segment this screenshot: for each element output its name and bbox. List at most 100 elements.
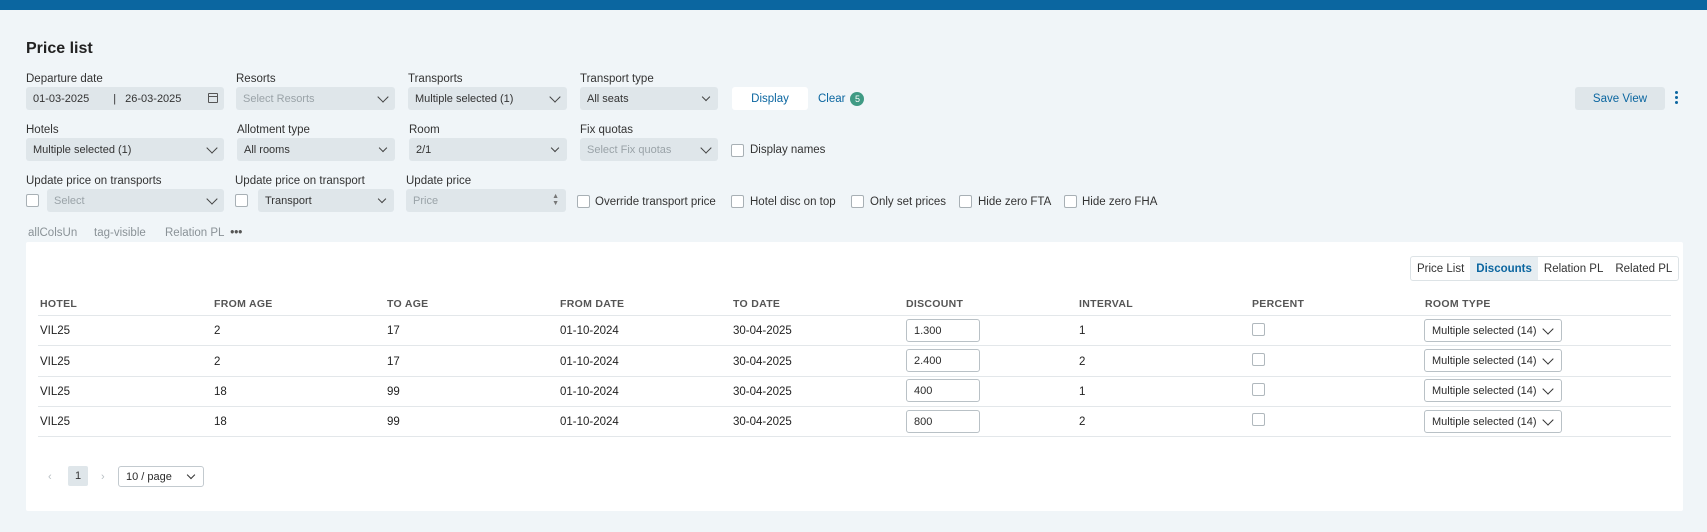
room-type-value: Multiple selected (14) <box>1432 354 1537 367</box>
transports-select[interactable]: Multiple selected (1) <box>408 87 567 110</box>
stepper-icon[interactable]: ▲ ▼ <box>552 193 559 207</box>
chevron-down-icon <box>1542 323 1554 335</box>
hotels-label: Hotels <box>26 124 59 136</box>
update-price-input[interactable]: Price ▲ ▼ <box>406 189 566 212</box>
chevron-down-icon <box>186 470 196 480</box>
more-icon[interactable]: ••• <box>230 227 242 239</box>
discount-input[interactable]: 800 <box>906 410 980 433</box>
chevron-down-icon <box>700 142 712 154</box>
update-price-on-transport-value: Transport <box>265 194 312 207</box>
display-names-checkbox[interactable] <box>731 144 744 157</box>
departure-date-range[interactable]: 01-03-2025 | 26-03-2025 <box>26 87 224 110</box>
calendar-icon[interactable] <box>208 93 218 103</box>
room-type-select[interactable]: Multiple selected (14) <box>1424 410 1562 433</box>
update-price-on-transport-checkbox[interactable] <box>235 194 248 207</box>
chevron-down-icon <box>701 92 711 102</box>
page-1-button[interactable]: 1 <box>68 466 88 486</box>
room-type-select[interactable]: Multiple selected (14) <box>1424 379 1562 402</box>
tag-visible[interactable]: tag-visible <box>94 227 146 239</box>
update-price-label: Update price <box>406 175 472 187</box>
room-value: 2/1 <box>416 143 432 156</box>
update-price-placeholder: Price <box>413 194 439 207</box>
fix-quotas-select[interactable]: Select Fix quotas <box>580 138 718 161</box>
cell-to-date: 30-04-2025 <box>733 386 792 398</box>
page-title: Price list <box>26 40 93 57</box>
save-view-button[interactable]: Save View <box>1575 87 1665 110</box>
discount-input[interactable]: 400 <box>906 379 980 402</box>
fix-quotas-label: Fix quotas <box>580 124 634 136</box>
tab-discounts[interactable]: Discounts <box>1470 257 1538 280</box>
cell-to-date: 30-04-2025 <box>733 356 792 368</box>
prev-page-button[interactable]: ‹ <box>48 471 52 483</box>
resorts-select[interactable]: Select Resorts <box>236 87 395 110</box>
tag-relation-pl[interactable]: Relation PL ••• <box>165 227 242 239</box>
column-header-room-type: ROOM TYPE <box>1425 298 1491 310</box>
transport-type-select[interactable]: All seats <box>580 87 718 110</box>
percent-checkbox[interactable] <box>1252 353 1265 366</box>
column-header-hotel: HOTEL <box>40 298 78 310</box>
discount-input[interactable]: 1.300 <box>906 319 980 342</box>
discount-input[interactable]: 2.400 <box>906 349 980 372</box>
only-set-prices-checkbox[interactable] <box>851 195 864 208</box>
update-price-on-transports-select[interactable]: Select <box>47 189 224 212</box>
more-options-icon[interactable] <box>1672 91 1680 107</box>
room-type-select[interactable]: Multiple selected (14) <box>1424 349 1562 372</box>
allotment-type-select[interactable]: All rooms <box>237 138 395 161</box>
display-button[interactable]: Display <box>732 87 808 110</box>
departure-date-to[interactable]: 26-03-2025 <box>125 93 181 105</box>
row-divider <box>38 436 1671 437</box>
room-type-select[interactable]: Multiple selected (14) <box>1424 319 1562 342</box>
hide-zero-fha-checkbox[interactable] <box>1064 195 1077 208</box>
cell-hotel: VIL25 <box>40 416 71 428</box>
tag-relation-pl-label: Relation PL <box>165 227 225 239</box>
departure-date-label: Departure date <box>26 73 103 85</box>
chevron-down-icon <box>1542 414 1554 426</box>
departure-date-from[interactable]: 01-03-2025 <box>33 93 89 105</box>
cell-from-date: 01-10-2024 <box>560 416 619 428</box>
page-size-value: 10 / page <box>126 470 172 483</box>
page-size-select[interactable]: 10 / page <box>118 466 204 487</box>
tab-related-pl[interactable]: Related PL <box>1609 257 1678 280</box>
percent-checkbox[interactable] <box>1252 323 1265 336</box>
column-header-to-age: TO AGE <box>387 298 429 310</box>
chevron-down-icon <box>549 91 561 103</box>
transports-label: Transports <box>408 73 463 85</box>
cell-interval: 2 <box>1079 416 1086 428</box>
cell-from-age: 2 <box>214 356 221 368</box>
chevron-down-icon <box>206 193 218 205</box>
override-transport-price-checkbox[interactable] <box>577 195 590 208</box>
display-names-label: Display names <box>750 144 826 156</box>
hotels-select[interactable]: Multiple selected (1) <box>26 138 224 161</box>
cell-to-date: 30-04-2025 <box>733 325 792 337</box>
room-type-value: Multiple selected (14) <box>1432 415 1537 428</box>
cell-from-date: 01-10-2024 <box>560 386 619 398</box>
chevron-down-icon <box>377 194 387 204</box>
percent-checkbox[interactable] <box>1252 383 1265 396</box>
cell-from-date: 01-10-2024 <box>560 356 619 368</box>
tab-price-list[interactable]: Price List <box>1411 257 1470 280</box>
cell-hotel: VIL25 <box>40 325 71 337</box>
column-header-discount: DISCOUNT <box>906 298 964 310</box>
room-label: Room <box>409 124 440 136</box>
chevron-down-icon <box>378 143 388 153</box>
room-type-value: Multiple selected (14) <box>1432 384 1537 397</box>
tag-allcolsun[interactable]: allColsUn <box>28 227 77 239</box>
cell-from-age: 2 <box>214 325 221 337</box>
only-set-prices-label: Only set prices <box>870 196 947 208</box>
hotel-disc-on-top-checkbox[interactable] <box>731 195 744 208</box>
update-price-on-transports-checkbox[interactable] <box>26 194 39 207</box>
date-separator: | <box>113 92 117 105</box>
view-tabs: Price List Discounts Relation PL Related… <box>1410 256 1680 281</box>
next-page-button[interactable]: › <box>101 471 105 483</box>
tab-relation-pl[interactable]: Relation PL <box>1538 257 1609 280</box>
cell-to-age: 99 <box>387 386 400 398</box>
room-select[interactable]: 2/1 <box>409 138 567 161</box>
update-price-on-transport-select[interactable]: Transport <box>258 189 394 212</box>
clear-button[interactable]: Clear 5 <box>818 92 865 106</box>
column-header-to-date: TO DATE <box>733 298 781 310</box>
hotels-value: Multiple selected (1) <box>33 143 132 156</box>
hide-zero-fha-label: Hide zero FHA <box>1082 196 1158 208</box>
hide-zero-fta-checkbox[interactable] <box>959 195 972 208</box>
transport-type-label: Transport type <box>580 73 654 85</box>
percent-checkbox[interactable] <box>1252 413 1265 426</box>
